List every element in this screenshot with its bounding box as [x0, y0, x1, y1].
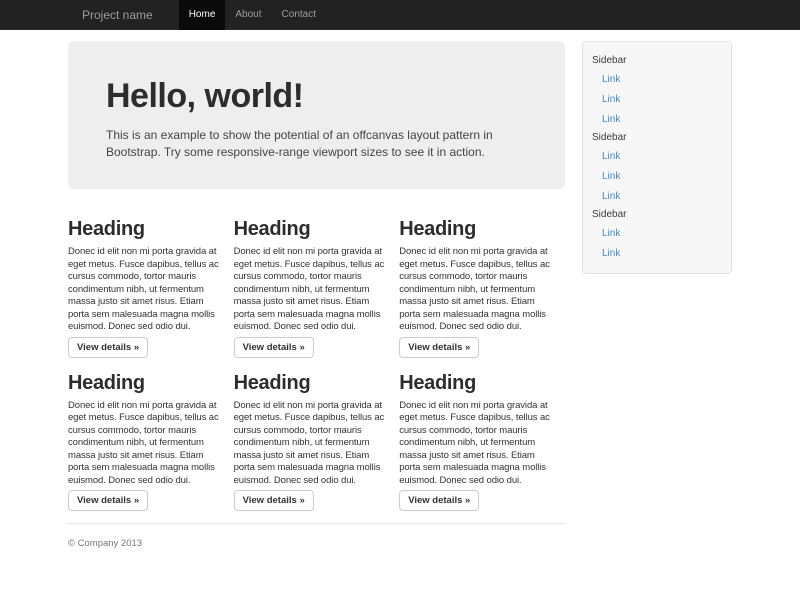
- jumbotron-title: Hello, world!: [106, 77, 527, 115]
- view-details-button[interactable]: View details »: [68, 337, 148, 358]
- view-details-button[interactable]: View details »: [234, 490, 314, 511]
- story-heading: Heading: [68, 373, 221, 393]
- sidebar-link[interactable]: Link: [583, 243, 731, 263]
- story-card: Heading Donec id elit non mi porta gravi…: [234, 373, 400, 512]
- sidebar-link-item: Link: [583, 69, 731, 89]
- sidebar-link[interactable]: Link: [583, 223, 731, 243]
- navbar: Project name Home About Contact: [0, 0, 800, 30]
- nav-item-contact[interactable]: Contact: [272, 0, 326, 30]
- sidebar-group-title: Sidebar: [583, 206, 731, 223]
- nav-item-contact-container: Contact: [272, 0, 326, 30]
- footer: © Company 2013: [68, 523, 565, 549]
- story-card: Heading Donec id elit non mi porta gravi…: [399, 373, 565, 512]
- sidebar-column: Sidebar Link Link Link Sidebar Link Link…: [582, 30, 732, 549]
- view-details-button[interactable]: View details »: [399, 490, 479, 511]
- navbar-menu: Home About Contact: [179, 0, 326, 30]
- offcanvas-row: Hello, world! This is an example to show…: [68, 30, 732, 549]
- copyright-text: © Company 2013: [68, 538, 565, 549]
- story-card: Heading Donec id elit non mi porta gravi…: [68, 219, 234, 358]
- story-card: Heading Donec id elit non mi porta gravi…: [399, 219, 565, 358]
- sidebar-link-item: Link: [583, 109, 731, 129]
- story-heading: Heading: [234, 373, 387, 393]
- sidebar-panel: Sidebar Link Link Link Sidebar Link Link…: [582, 41, 732, 274]
- sidebar-link[interactable]: Link: [583, 89, 731, 109]
- sidebar-link[interactable]: Link: [583, 69, 731, 89]
- nav-item-home[interactable]: Home: [179, 0, 226, 30]
- story-text: Donec id elit non mi porta gravida at eg…: [399, 246, 552, 334]
- view-details-button[interactable]: View details »: [68, 490, 148, 511]
- navbar-brand[interactable]: Project name: [68, 0, 167, 30]
- nav-item-home-container: Home: [179, 0, 226, 30]
- navbar-inner: Project name Home About Contact: [68, 0, 732, 30]
- sidebar-nav: Sidebar Link Link Link Sidebar Link Link…: [583, 52, 731, 263]
- page-container: Hello, world! This is an example to show…: [68, 30, 732, 549]
- sidebar-link[interactable]: Link: [583, 166, 731, 186]
- sidebar-link[interactable]: Link: [583, 186, 731, 206]
- view-details-button[interactable]: View details »: [399, 337, 479, 358]
- sidebar-group-title: Sidebar: [583, 129, 731, 146]
- sidebar-link-item: Link: [583, 186, 731, 206]
- jumbotron-text: This is an example to show the potential…: [106, 127, 527, 161]
- story-row-2: Heading Donec id elit non mi porta gravi…: [68, 373, 565, 512]
- jumbotron: Hello, world! This is an example to show…: [68, 41, 565, 189]
- story-card: Heading Donec id elit non mi porta gravi…: [234, 219, 400, 358]
- sidebar-link-item: Link: [583, 243, 731, 263]
- sidebar-link[interactable]: Link: [583, 109, 731, 129]
- story-heading: Heading: [234, 219, 387, 239]
- story-card: Heading Donec id elit non mi porta gravi…: [68, 373, 234, 512]
- sidebar-link-item: Link: [583, 166, 731, 186]
- story-heading: Heading: [68, 219, 221, 239]
- nav-item-about-container: About: [225, 0, 271, 30]
- sidebar-link-item: Link: [583, 89, 731, 109]
- story-heading: Heading: [399, 373, 552, 393]
- story-text: Donec id elit non mi porta gravida at eg…: [234, 246, 387, 334]
- story-row-1: Heading Donec id elit non mi porta gravi…: [68, 219, 565, 358]
- story-text: Donec id elit non mi porta gravida at eg…: [68, 246, 221, 334]
- sidebar-link-item: Link: [583, 223, 731, 243]
- story-heading: Heading: [399, 219, 552, 239]
- story-text: Donec id elit non mi porta gravida at eg…: [68, 400, 221, 488]
- story-text: Donec id elit non mi porta gravida at eg…: [234, 400, 387, 488]
- story-text: Donec id elit non mi porta gravida at eg…: [399, 400, 552, 488]
- sidebar-group-title: Sidebar: [583, 52, 731, 69]
- sidebar-link-item: Link: [583, 146, 731, 166]
- view-details-button[interactable]: View details »: [234, 337, 314, 358]
- footer-divider: [68, 523, 565, 524]
- main-content-column: Hello, world! This is an example to show…: [68, 30, 565, 549]
- nav-item-about[interactable]: About: [225, 0, 271, 30]
- sidebar-link[interactable]: Link: [583, 146, 731, 166]
